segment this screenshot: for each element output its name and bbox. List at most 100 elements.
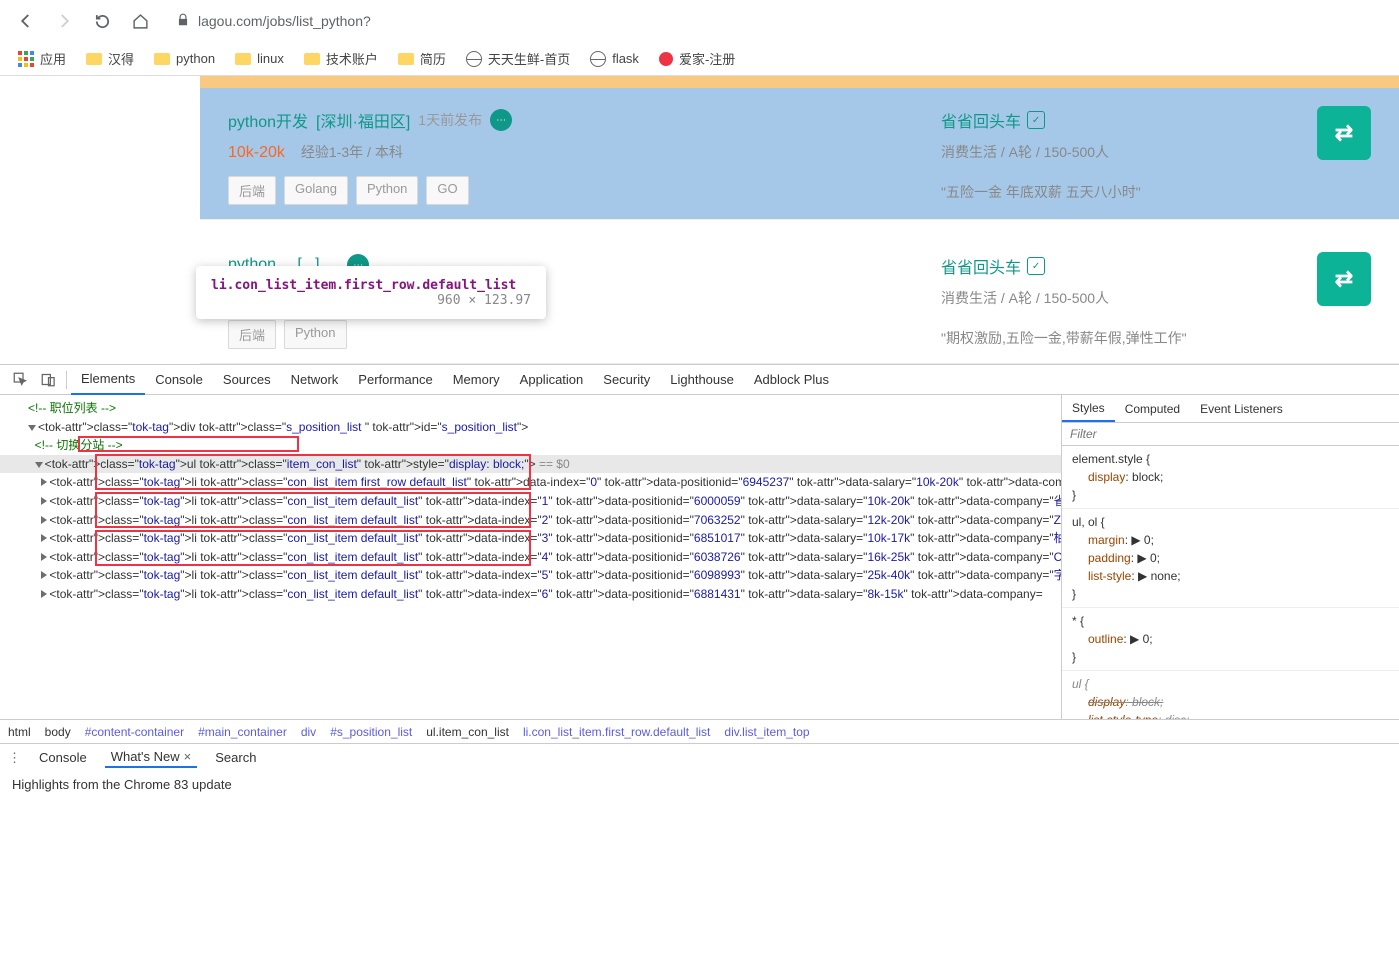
bookmark-item[interactable]: 简历	[392, 47, 452, 70]
back-button[interactable]	[12, 7, 40, 35]
rule-ul-ol: ul, ol { margin: ▶ 0; padding: ▶ 0; list…	[1062, 509, 1399, 608]
dom-node[interactable]: <tok-attr">class="tok-tag">li tok-attr">…	[0, 511, 1061, 530]
job-title[interactable]: python开发	[228, 108, 308, 132]
orange-strip	[200, 76, 1399, 88]
breadcrumb-item[interactable]: html	[8, 725, 31, 739]
url-text: lagou.com/jobs/list_python?	[198, 13, 371, 29]
verified-icon: ✓	[1027, 257, 1045, 275]
breadcrumb-item[interactable]: div	[301, 725, 316, 739]
styles-filter-input[interactable]	[1062, 423, 1399, 446]
devtools-tab-application[interactable]: Application	[510, 365, 594, 395]
tags: 后端 Python	[228, 320, 941, 349]
dom-node[interactable]: <!-- 职位列表 -->	[0, 399, 1061, 418]
page-content: python开发 [深圳·福田区] 1天前发布 ⋯ 10k-20k 经验1-3年 / 本科…	[0, 76, 1399, 364]
tag[interactable]: Python	[284, 320, 346, 349]
elements-tree[interactable]: <!-- 职位列表 --> <tok-attr">class="tok-tag"…	[0, 395, 1061, 719]
job-location: [深圳·福田区]	[316, 108, 410, 132]
breadcrumb-item[interactable]: #main_container	[198, 725, 287, 739]
site-icon	[659, 52, 673, 66]
company-info: 消费生活 / A轮 / 150-500人	[941, 288, 1371, 308]
breadcrumb-item[interactable]: li.con_list_item.first_row.default_list	[523, 725, 710, 739]
devtools-tab-elements[interactable]: Elements	[71, 365, 145, 395]
drawer-console[interactable]: Console	[33, 748, 93, 767]
dom-node[interactable]: <tok-attr">class="tok-tag">li tok-attr">…	[0, 473, 1061, 492]
logo-icon: ⇄	[1335, 120, 1353, 146]
dom-node[interactable]: <tok-attr">class="tok-tag">ul tok-attr">…	[0, 455, 1061, 474]
devtools-tab-lighthouse[interactable]: Lighthouse	[660, 365, 744, 395]
benefits: "期权激励,五险一金,带薪年假,弹性工作"	[941, 322, 1371, 348]
tooltip-dimensions: 960 × 123.97	[437, 293, 531, 308]
bookmark-item[interactable]: 天天生鲜-首页	[460, 47, 576, 70]
url-bar[interactable]: lagou.com/jobs/list_python?	[164, 9, 383, 34]
devtools-tab-memory[interactable]: Memory	[443, 365, 510, 395]
styles-tab-event-listeners[interactable]: Event Listeners	[1190, 395, 1293, 422]
folder-icon	[154, 53, 170, 65]
company-logo[interactable]: ⇄	[1317, 252, 1371, 306]
dom-node[interactable]: <!-- 切换分站 -->	[0, 436, 1061, 455]
breadcrumb-item[interactable]: ul.item_con_list	[426, 725, 509, 739]
devtools-tab-performance[interactable]: Performance	[348, 365, 442, 395]
breadcrumb-item[interactable]: div.list_item_top	[724, 725, 809, 739]
job-card[interactable]: python开发 [深圳·福田区] 1天前发布 ⋯ 10k-20k 经验1-3年 / 本科…	[200, 88, 1399, 220]
bookmark-item[interactable]: python	[148, 47, 221, 70]
dom-node[interactable]: <tok-attr">class="tok-tag">li tok-attr">…	[0, 566, 1061, 585]
drawer-search[interactable]: Search	[209, 748, 262, 767]
folder-icon	[235, 53, 251, 65]
bookmark-item[interactable]: 爱家-注册	[653, 47, 741, 70]
inspect-element-button[interactable]	[6, 366, 34, 394]
dom-node[interactable]: <tok-attr">class="tok-tag">li tok-attr">…	[0, 585, 1061, 604]
devtools-tab-sources[interactable]: Sources	[213, 365, 281, 395]
logo-icon: ⇄	[1335, 266, 1353, 292]
forward-button[interactable]	[50, 7, 78, 35]
globe-icon	[590, 51, 606, 67]
drawer-menu-button[interactable]: ⋮	[8, 750, 21, 766]
bookmark-item[interactable]: 技术账户	[298, 47, 384, 70]
devtools-tab-adblock plus[interactable]: Adblock Plus	[744, 365, 839, 395]
breadcrumb-item[interactable]: body	[45, 725, 71, 739]
rule-ul: ul { display: block; list-style-type: di…	[1062, 671, 1399, 719]
bookmark-item[interactable]: 汉得	[80, 47, 140, 70]
breadcrumb: html body #content-container #main_containe…	[0, 719, 1399, 743]
rule-star: * { outline: ▶ 0; }	[1062, 608, 1399, 671]
styles-tab-computed[interactable]: Computed	[1115, 395, 1190, 422]
benefits: "五险一金 年底双薪 五天八小时"	[941, 176, 1371, 202]
chat-icon[interactable]: ⋯	[490, 109, 512, 131]
devtools-tab-console[interactable]: Console	[145, 365, 213, 395]
drawer-whatsnew[interactable]: What's New ×	[105, 747, 198, 768]
inspect-tooltip: li.con_list_item.first_row.default_list …	[196, 266, 546, 319]
tag[interactable]: 后端	[228, 320, 276, 349]
lock-icon	[176, 13, 190, 30]
rule-element-style: element.style { display: block; }	[1062, 446, 1399, 509]
experience: 经验1-3年 / 本科	[301, 144, 403, 160]
job-time: 1天前发布	[418, 110, 482, 130]
devtools-tab-network[interactable]: Network	[281, 365, 349, 395]
bookmark-item[interactable]: linux	[229, 47, 290, 70]
device-toolbar-button[interactable]	[34, 366, 62, 394]
tag[interactable]: GO	[426, 176, 468, 205]
folder-icon	[86, 53, 102, 65]
breadcrumb-item[interactable]: #s_position_list	[330, 725, 412, 739]
devtools-tab-security[interactable]: Security	[593, 365, 660, 395]
home-button[interactable]	[126, 7, 154, 35]
verified-icon: ✓	[1027, 111, 1045, 129]
dom-node[interactable]: <tok-attr">class="tok-tag">div tok-attr"…	[0, 418, 1061, 437]
company-name[interactable]: 省省回头车	[941, 108, 1021, 132]
bookmark-item[interactable]: flask	[584, 47, 645, 70]
styles-tab-styles[interactable]: Styles	[1062, 395, 1115, 422]
folder-icon	[304, 53, 320, 65]
dom-node[interactable]: <tok-attr">class="tok-tag">li tok-attr">…	[0, 492, 1061, 511]
tag[interactable]: Golang	[284, 176, 348, 205]
tags: 后端 Golang Python GO	[228, 176, 941, 205]
dom-node[interactable]: <tok-attr">class="tok-tag">li tok-attr">…	[0, 529, 1061, 548]
salary: 10k-20k	[228, 144, 285, 161]
breadcrumb-item[interactable]: #content-container	[85, 725, 184, 739]
company-logo[interactable]: ⇄	[1317, 106, 1371, 160]
tag[interactable]: Python	[356, 176, 418, 205]
close-icon[interactable]: ×	[184, 749, 192, 764]
tag[interactable]: 后端	[228, 176, 276, 205]
apps-button[interactable]: 应用	[12, 47, 72, 70]
company-name[interactable]: 省省回头车	[941, 254, 1021, 278]
reload-button[interactable]	[88, 7, 116, 35]
dom-node[interactable]: <tok-attr">class="tok-tag">li tok-attr">…	[0, 548, 1061, 567]
whatsnew-content: Highlights from the Chrome 83 update	[0, 771, 1399, 798]
